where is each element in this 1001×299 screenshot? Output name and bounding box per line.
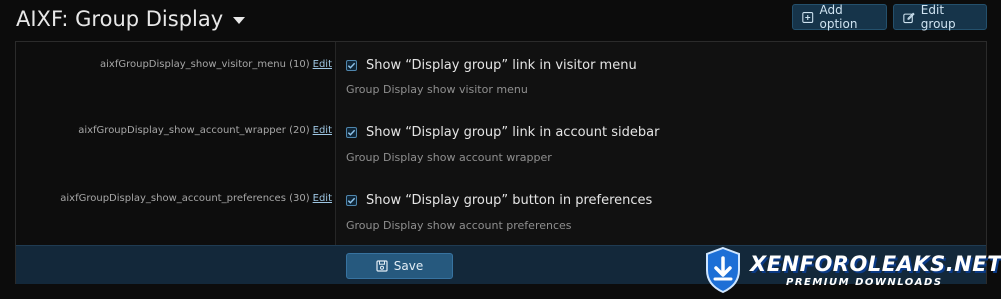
option-description: Group Display show account wrapper	[346, 151, 552, 164]
option-key-label: aixfGroupDisplay_show_account_preference…	[60, 193, 332, 204]
option-checkbox[interactable]	[346, 127, 357, 138]
add-option-label: Add option	[819, 3, 858, 31]
plus-square-icon	[802, 11, 814, 23]
watermark-tagline: PREMIUM DOWNLOADS	[786, 277, 943, 288]
option-key-text: aixfGroupDisplay_show_account_preference…	[60, 193, 310, 204]
option-key-label: aixfGroupDisplay_show_visitor_menu (10) E…	[100, 59, 332, 70]
watermark: XENFOROLEAKS.NET PREMIUM DOWNLOADS	[700, 246, 1001, 296]
checkmark-icon	[347, 129, 356, 136]
edit-group-button[interactable]: Edit group	[893, 3, 987, 31]
add-option-button[interactable]: Add option	[792, 3, 887, 31]
option-edit-link[interactable]: Edit	[313, 193, 332, 204]
edit-icon	[903, 12, 915, 23]
option-edit-link[interactable]: Edit	[313, 59, 332, 70]
page-title: AIXF: Group Display	[16, 7, 246, 31]
option-key-text: aixfGroupDisplay_show_account_wrapper (2…	[78, 125, 310, 136]
save-button[interactable]: Save	[346, 253, 453, 279]
option-title: Show “Display group” link in visitor men…	[366, 58, 637, 73]
chevron-down-icon[interactable]	[233, 17, 246, 24]
checkmark-icon	[347, 197, 356, 204]
edit-group-label: Edit group	[920, 3, 956, 31]
watermark-name: XENFOROLEAKS.NET	[750, 252, 1001, 276]
option-key-label: aixfGroupDisplay_show_account_wrapper (2…	[78, 125, 332, 136]
save-label: Save	[393, 259, 424, 273]
option-title: Show “Display group” button in preferenc…	[366, 193, 653, 208]
option-title: Show “Display group” link in account sid…	[366, 125, 660, 140]
option-description: Group Display show account preferences	[346, 219, 572, 232]
page-title-text: AIXF: Group Display	[16, 7, 224, 31]
option-labels-column	[16, 42, 336, 245]
option-description: Group Display show visitor menu	[346, 83, 528, 96]
option-checkbox[interactable]	[346, 60, 357, 71]
save-icon	[376, 260, 388, 272]
option-edit-link[interactable]: Edit	[313, 125, 332, 136]
checkmark-icon	[347, 62, 356, 69]
download-shield-icon	[706, 246, 740, 294]
option-key-text: aixfGroupDisplay_show_visitor_menu (10)	[100, 59, 310, 70]
option-checkbox[interactable]	[346, 195, 357, 206]
